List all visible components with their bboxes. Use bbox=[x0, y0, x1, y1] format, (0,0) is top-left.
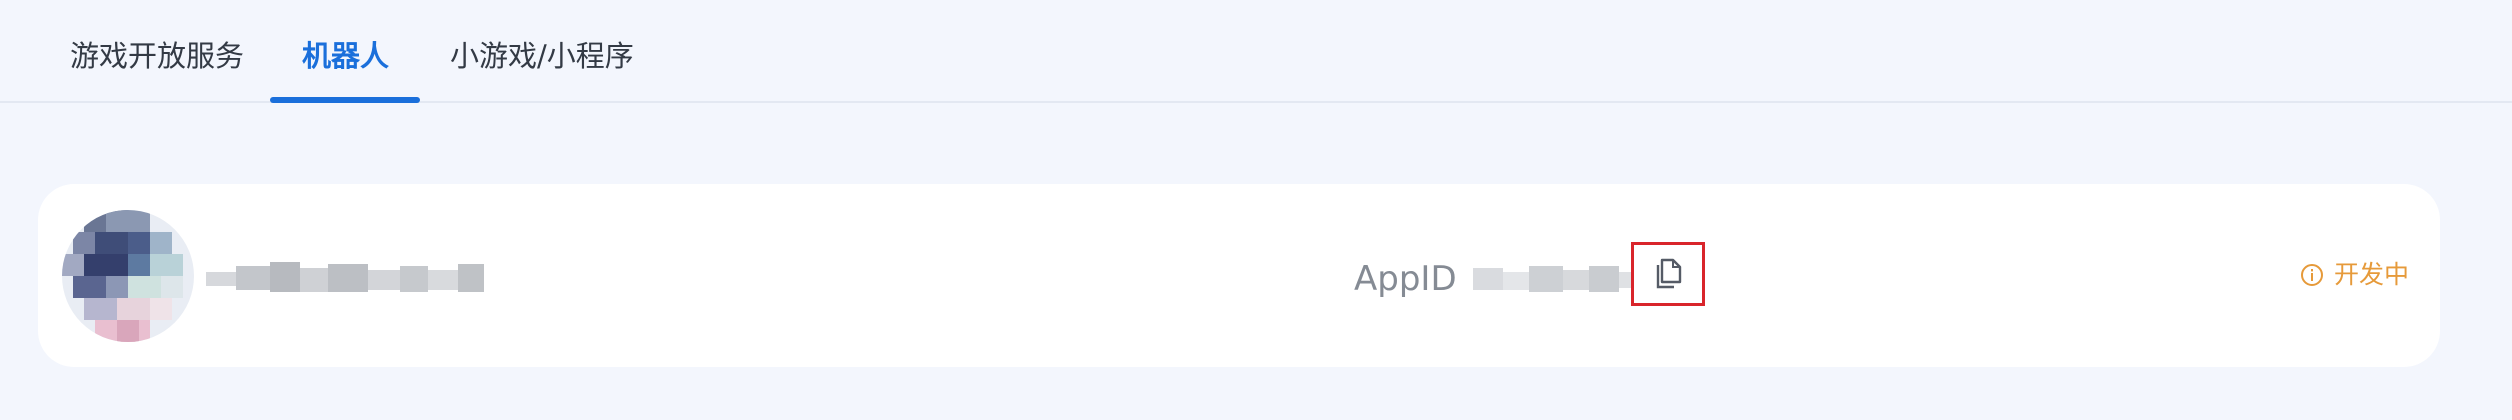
appid-value-redacted bbox=[1472, 266, 1633, 292]
status-label: 开发中 bbox=[2334, 260, 2410, 289]
info-circle-icon bbox=[2301, 264, 2323, 286]
bot-card[interactable]: AppID 开发中 bbox=[38, 184, 2440, 367]
status-badge: 开发中 bbox=[2300, 258, 2409, 292]
tab-game-open-services[interactable]: 游戏开放服务 bbox=[70, 38, 244, 74]
copy-icon bbox=[1656, 258, 1682, 289]
appid-row: AppID bbox=[1354, 254, 1633, 304]
tab-bots[interactable]: 机器人 bbox=[302, 38, 389, 74]
tab-mini-games[interactable]: 小游戏/小程序 bbox=[450, 38, 634, 74]
copy-appid-button[interactable] bbox=[1631, 242, 1705, 306]
tab-bar: 游戏开放服务 机器人 小游戏/小程序 bbox=[0, 0, 2512, 103]
appid-label: AppID bbox=[1354, 259, 1457, 299]
active-tab-indicator bbox=[270, 97, 420, 103]
bot-name-redacted bbox=[206, 262, 484, 292]
avatar bbox=[62, 210, 194, 342]
